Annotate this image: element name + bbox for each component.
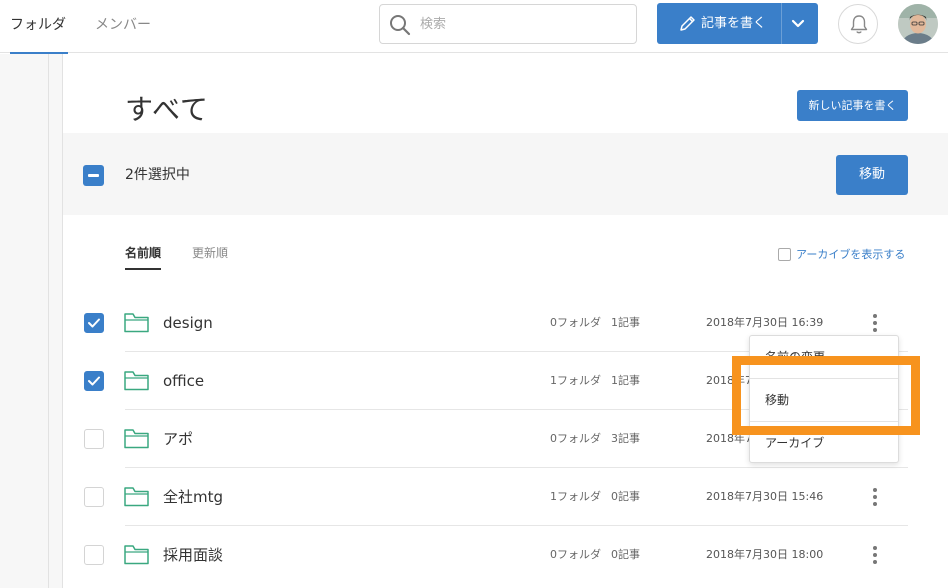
sort-by-updated-tab[interactable]: 更新順: [192, 244, 228, 261]
more-options-icon[interactable]: [869, 486, 881, 508]
show-archive-checkbox[interactable]: [778, 248, 791, 261]
selection-bar: 2件選択中 移動: [63, 133, 948, 215]
select-all-checkbox[interactable]: [83, 165, 104, 186]
tab-folders[interactable]: フォルダ: [10, 0, 68, 54]
folder-row[interactable]: 全社mtg 1フォルダ 0記事 2018年7月30日 15:46: [63, 468, 948, 526]
bell-icon: [850, 15, 868, 34]
page-title: すべて: [125, 93, 209, 126]
folder-name[interactable]: 全社mtg: [163, 468, 223, 526]
folder-counts: 1フォルダ 0記事: [550, 468, 640, 526]
write-article-button[interactable]: 記事を書く: [657, 3, 818, 44]
more-options-icon[interactable]: [869, 544, 881, 566]
row-checkbox[interactable]: [84, 313, 104, 333]
checkmark-icon: [88, 318, 100, 328]
updated-date: 2018年7月30日 18:00: [706, 548, 824, 561]
top-header: フォルダ メンバー 記事を書く: [0, 0, 948, 54]
subfolder-count: 0フォルダ: [550, 432, 601, 445]
new-article-button[interactable]: 新しい記事を書く: [797, 90, 908, 121]
highlight-box: [732, 356, 920, 435]
sidebar-divider: [48, 54, 49, 588]
chevron-down-icon[interactable]: [790, 16, 806, 32]
folder-icon: [124, 545, 149, 565]
folder-icon: [124, 429, 149, 449]
folder-counts: 0フォルダ 3記事: [550, 410, 640, 468]
folder-counts: 1フォルダ 1記事: [550, 352, 640, 410]
folder-name[interactable]: アポ: [163, 410, 193, 468]
subfolder-count: 1フォルダ: [550, 374, 601, 387]
folder-counts: 0フォルダ 0記事: [550, 526, 640, 584]
tab-members[interactable]: メンバー: [95, 0, 151, 53]
write-article-label: 記事を書く: [701, 16, 767, 31]
search-input[interactable]: [420, 5, 630, 43]
notifications-button[interactable]: [838, 4, 878, 44]
folder-name[interactable]: design: [163, 294, 213, 352]
subfolder-count: 1フォルダ: [550, 490, 601, 503]
folder-icon: [124, 313, 149, 333]
row-checkbox[interactable]: [84, 487, 104, 507]
move-button[interactable]: 移動: [836, 155, 908, 195]
folder-counts: 0フォルダ 1記事: [550, 294, 640, 352]
button-separator: [781, 3, 782, 44]
subfolder-count: 0フォルダ: [550, 316, 601, 329]
article-count: 0記事: [611, 548, 640, 561]
search-icon: [390, 15, 411, 36]
subfolder-count: 0フォルダ: [550, 548, 601, 561]
checkmark-icon: [88, 376, 100, 386]
sort-by-name-tab[interactable]: 名前順: [125, 244, 162, 270]
row-checkbox[interactable]: [84, 371, 104, 391]
sidebar: [0, 54, 63, 588]
article-count: 1記事: [611, 316, 640, 329]
row-checkbox[interactable]: [84, 429, 104, 449]
article-count: 1記事: [611, 374, 640, 387]
folder-icon: [124, 487, 149, 507]
pencil-icon: [680, 16, 695, 31]
article-count: 0記事: [611, 490, 640, 503]
search-box[interactable]: [379, 4, 637, 44]
selection-count: 2件選択中: [125, 167, 190, 183]
avatar-photo: [898, 4, 938, 44]
more-options-icon[interactable]: [869, 312, 881, 334]
folder-row[interactable]: 採用面談 0フォルダ 0記事 2018年7月30日 18:00: [63, 526, 948, 584]
folder-name[interactable]: office: [163, 352, 204, 410]
show-archive-label[interactable]: アーカイブを表示する: [796, 247, 905, 262]
row-checkbox[interactable]: [84, 545, 104, 565]
avatar[interactable]: [898, 4, 938, 44]
folder-icon: [124, 371, 149, 391]
updated-date: 2018年7月30日 15:46: [706, 490, 824, 503]
article-count: 3記事: [611, 432, 640, 445]
folder-name[interactable]: 採用面談: [163, 526, 223, 584]
